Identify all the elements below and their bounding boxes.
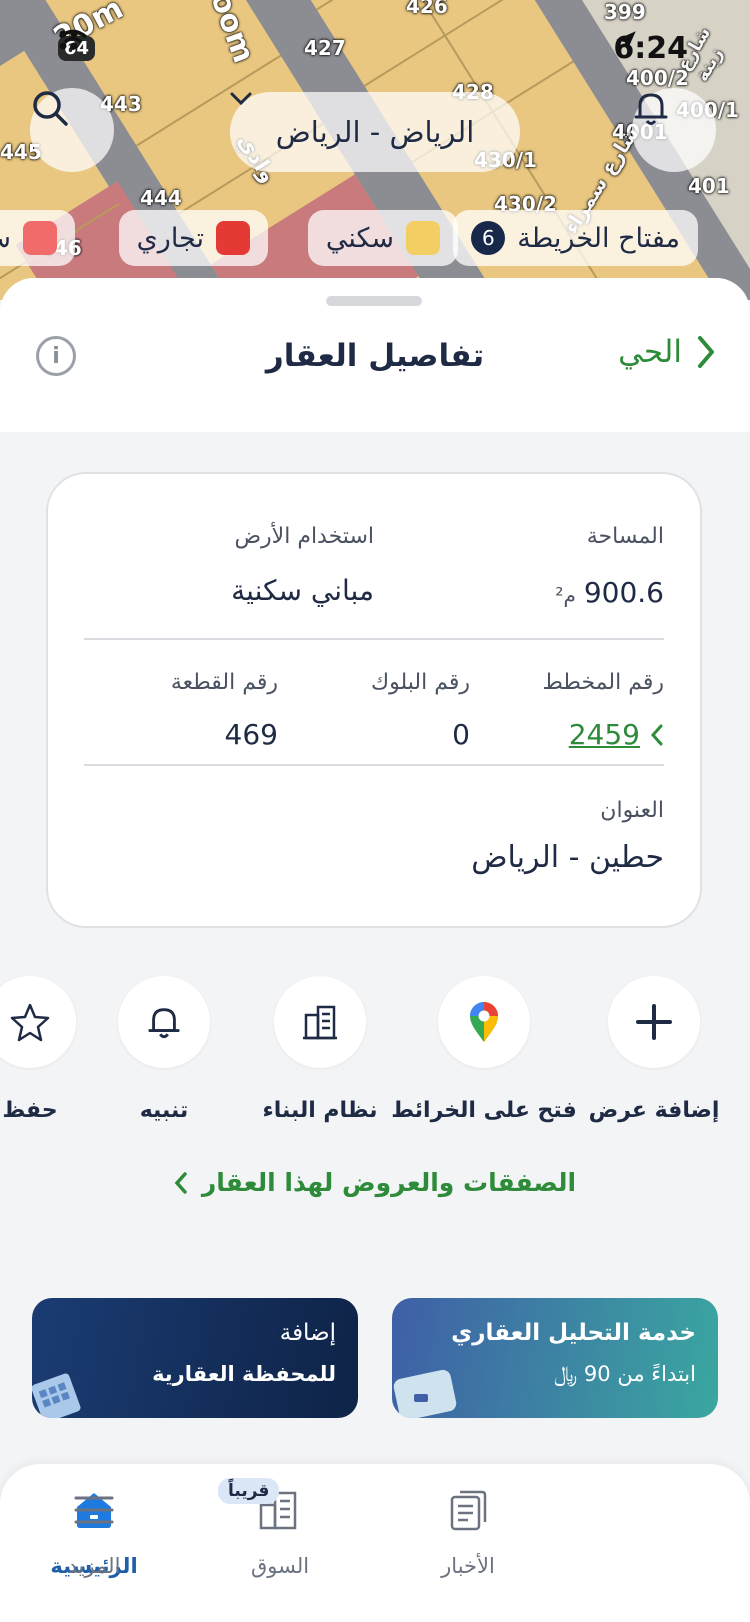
nav-icon-wrap: [398, 1484, 538, 1536]
map-pin-icon: [470, 1002, 498, 1042]
plus-icon: [636, 1004, 672, 1040]
commercial-swatch: [216, 221, 250, 255]
plot-number-value: 469: [224, 718, 278, 751]
other-swatch: [22, 221, 57, 255]
card-illustration-icon: [393, 1369, 457, 1418]
promo-subtitle: للمحفظة العقارية: [152, 1362, 336, 1386]
save-circle: [0, 976, 76, 1068]
nav-label: المزيد: [67, 1554, 121, 1578]
deals-offers-link[interactable]: الصفقات والعروض لهذا العقار: [0, 1168, 750, 1197]
area-unit: م²: [555, 583, 576, 607]
nav-icon-wrap: قريباً: [210, 1478, 350, 1536]
nav-label: السوق: [250, 1554, 310, 1578]
plot-number[interactable]: 401: [688, 174, 730, 198]
address-label: العنوان: [600, 798, 664, 823]
page-title: تفاصيل العقار: [265, 338, 485, 374]
chevron-left-icon: [650, 724, 663, 745]
save-button[interactable]: حفظ: [0, 976, 130, 1123]
residential-swatch: [406, 221, 440, 255]
sheet-header: الحي تفاصيل العقار i: [0, 278, 750, 432]
map-view[interactable]: 443 445 444 446 427 428 426 399 400/2 40…: [0, 0, 750, 300]
land-use-label: استخدام الأرض: [234, 524, 374, 549]
notifications-button[interactable]: [632, 88, 716, 172]
menu-icon: [74, 1496, 114, 1524]
deals-link-label: الصفقات والعروض لهذا العقار: [201, 1168, 577, 1197]
area-value-row: 900.6 م²: [555, 576, 664, 609]
add-to-portfolio-banner[interactable]: إضافة للمحفظة العقارية: [32, 1298, 358, 1418]
info-icon[interactable]: i: [36, 336, 76, 376]
nav-icon-wrap: [24, 1484, 164, 1536]
nav-more[interactable]: المزيد: [24, 1484, 164, 1578]
plan-number-label: رقم المخطط: [542, 670, 664, 695]
coming-soon-badge: قريباً: [218, 1478, 280, 1504]
building-code-circle: [274, 976, 366, 1068]
nav-label: الأخبار: [441, 1554, 495, 1578]
alert-circle: [118, 976, 210, 1068]
map-key-button[interactable]: مفتاح الخريطة 6: [453, 210, 698, 266]
nav-market[interactable]: قريباً السوق: [210, 1478, 350, 1578]
bell-icon: [634, 93, 668, 125]
block-number-label: رقم البلوك: [370, 670, 470, 695]
area-value: 900.6: [583, 576, 664, 609]
plot-number[interactable]: 426: [406, 0, 448, 18]
signal-dots-icon: [59, 30, 78, 50]
property-sheet: الحي تفاصيل العقار i المساحة 900.6 م² اس…: [0, 278, 750, 1622]
open-in-maps-circle: [438, 976, 530, 1068]
area-label: المساحة: [586, 524, 664, 549]
plot-number[interactable]: 444: [140, 186, 182, 210]
legend-chip-other[interactable]: ش: [0, 210, 75, 266]
block-number-value: 0: [452, 718, 470, 751]
land-use-value: مباني سكنية: [231, 574, 374, 607]
bottom-navigation: الرئيسية قريباً السوق الأخبار المزيد: [0, 1464, 750, 1622]
plot-number[interactable]: 427: [304, 36, 346, 60]
real-estate-analysis-banner[interactable]: خدمة التحليل العقاري ابتداءً من 90 ﷼: [392, 1298, 718, 1418]
status-bar-left: 64: [58, 28, 96, 68]
location-arrow-icon: [616, 31, 637, 51]
search-button[interactable]: [30, 88, 114, 172]
divider: [84, 638, 664, 640]
legend-chip-residential[interactable]: سكني: [307, 210, 458, 266]
divider: [84, 764, 664, 766]
drag-handle[interactable]: [326, 296, 422, 306]
promo-title: إضافة: [279, 1320, 336, 1346]
map-key-label: مفتاح الخريطة: [517, 222, 680, 254]
map-key-count: 6: [471, 221, 506, 255]
chevron-down-icon: [230, 92, 252, 106]
plot-number[interactable]: 399: [604, 0, 646, 24]
legend-chip-commercial[interactable]: تجاري: [118, 210, 268, 266]
nav-news[interactable]: الأخبار: [398, 1484, 538, 1578]
map-legend: مفتاح الخريطة 6 سكني تجاري ش: [0, 210, 750, 266]
news-icon: [450, 1490, 487, 1531]
legend-label: تجاري: [136, 222, 204, 254]
legend-label: ش: [0, 223, 11, 254]
city-label: الرياض - الرياض: [275, 115, 475, 149]
action-buttons: إضافة عرض فتح على الخرائط نظام البناء تن…: [0, 976, 750, 1136]
buildings-icon: [303, 1005, 337, 1040]
search-icon: [33, 91, 68, 126]
status-bar-right: 6:24: [613, 28, 688, 68]
property-details-card: المساحة 900.6 م² استخدام الأرض مباني سكن…: [46, 472, 702, 928]
plot-number[interactable]: 400/2: [626, 66, 689, 90]
action-label: حفظ: [2, 1098, 58, 1123]
plan-number-link[interactable]: 2459: [569, 718, 664, 751]
city-selector[interactable]: الرياض - الرياض: [230, 92, 520, 172]
legend-label: سكني: [325, 222, 394, 254]
promo-subtitle: ابتداءً من 90 ﷼: [553, 1362, 696, 1386]
add-offer-circle: [608, 976, 700, 1068]
promo-title: خدمة التحليل العقاري: [451, 1320, 696, 1346]
star-icon: [10, 1003, 50, 1042]
calculator-illustration-icon: [32, 1373, 81, 1418]
address-value: حطين - الرياض: [471, 840, 664, 875]
plot-number-label: رقم القطعة: [170, 670, 278, 695]
chevron-left-icon: [174, 1171, 187, 1194]
plan-number-value: 2459: [568, 718, 640, 751]
bell-icon: [148, 1008, 180, 1039]
